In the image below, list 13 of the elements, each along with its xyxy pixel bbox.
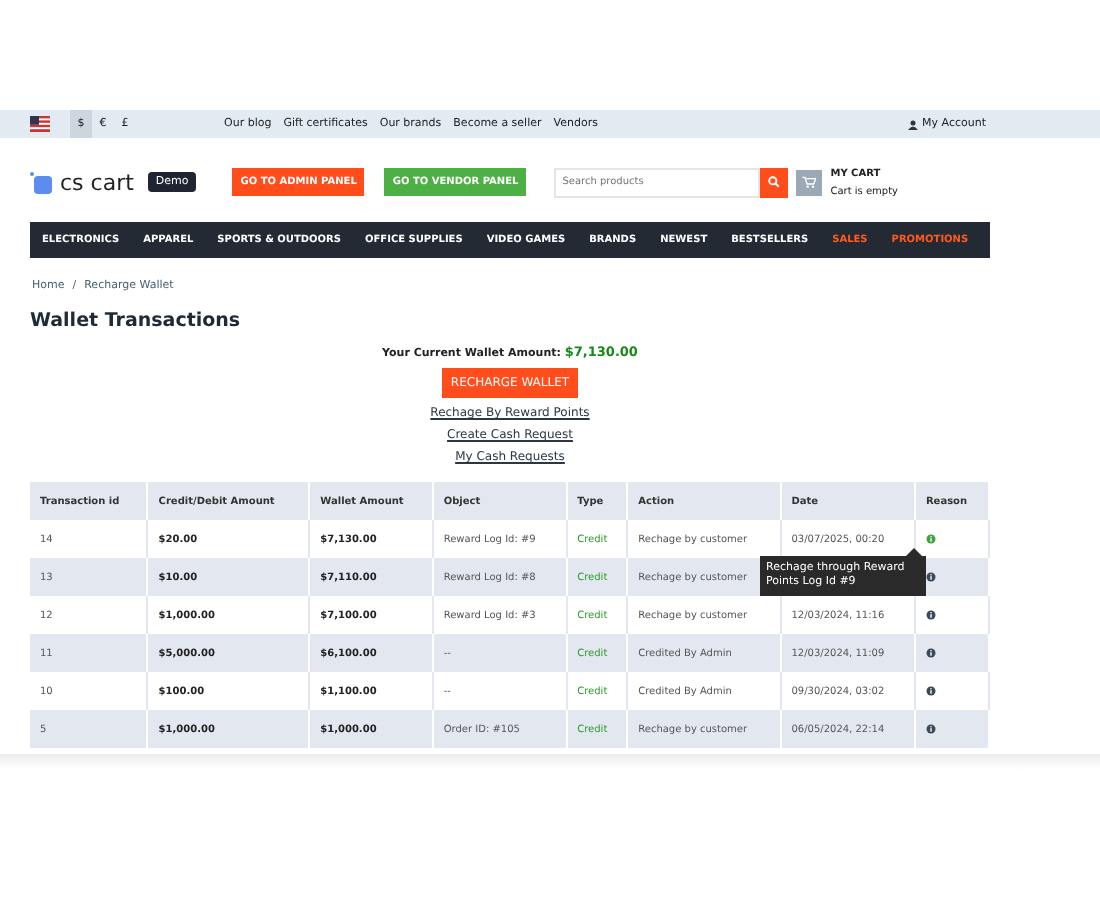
- search-icon: [768, 176, 781, 188]
- page-title: Wallet Transactions: [30, 310, 243, 332]
- info-icon[interactable]: [925, 610, 936, 620]
- info-icon[interactable]: [925, 724, 936, 734]
- user-icon: [908, 119, 919, 129]
- logo-icon: [30, 171, 52, 193]
- cart-icon: [802, 176, 817, 188]
- logo-text[interactable]: cs cart: [60, 169, 134, 195]
- info-icon[interactable]: [925, 572, 936, 582]
- flag-icon[interactable]: [30, 116, 50, 132]
- info-icon[interactable]: [925, 648, 936, 658]
- search-button[interactable]: [760, 167, 789, 197]
- info-icon[interactable]: [925, 686, 936, 696]
